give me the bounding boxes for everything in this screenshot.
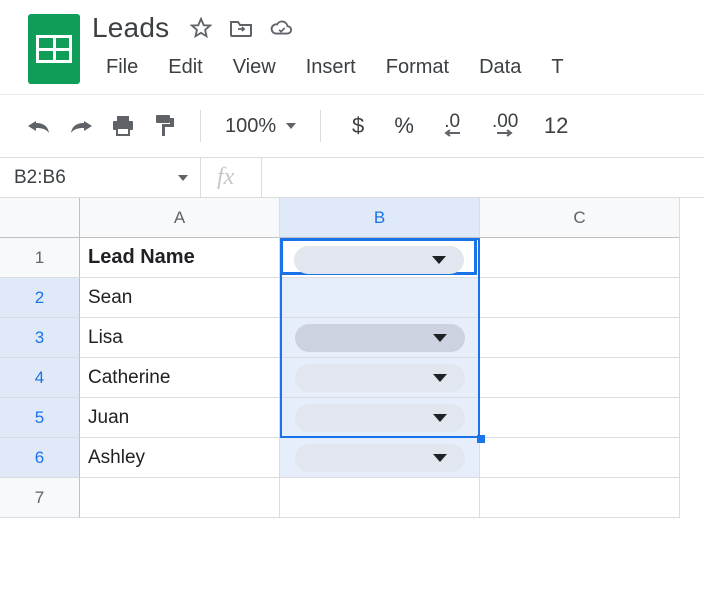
sheets-logo[interactable] xyxy=(28,14,80,84)
cell-A3[interactable]: Lisa xyxy=(80,318,280,358)
col-head-b[interactable]: B xyxy=(280,198,480,238)
menu-edit[interactable]: Edit xyxy=(154,52,216,83)
select-all-corner[interactable] xyxy=(0,198,80,238)
chevron-down-icon xyxy=(433,414,447,422)
increase-decimal-button[interactable]: .00 xyxy=(481,109,529,143)
percent-format-button[interactable]: % xyxy=(385,113,423,139)
decrease-decimal-button[interactable]: .0 xyxy=(431,109,473,143)
cell-B3[interactable] xyxy=(280,318,480,358)
spreadsheet-grid[interactable]: A B C 1 Lead Name Location 2 Sean 3 Lisa… xyxy=(0,198,704,518)
cell-A1[interactable]: Lead Name xyxy=(80,238,280,278)
chevron-down-icon xyxy=(433,454,447,462)
fill-handle[interactable] xyxy=(477,435,485,443)
chevron-down-icon xyxy=(433,334,447,342)
cell-A7[interactable] xyxy=(80,478,280,518)
app-header: Leads File Edit View Insert Format Data … xyxy=(0,0,704,84)
col-head-a[interactable]: A xyxy=(80,198,280,238)
undo-button[interactable] xyxy=(22,109,56,143)
menu-insert[interactable]: Insert xyxy=(292,52,370,83)
star-icon[interactable] xyxy=(189,16,213,40)
cell-B2[interactable] xyxy=(280,278,480,318)
toolbar-separator xyxy=(320,110,321,142)
dropdown-chip[interactable] xyxy=(295,364,465,392)
cell-C7[interactable] xyxy=(480,478,680,518)
fx-label: fx xyxy=(201,164,261,191)
menu-format[interactable]: Format xyxy=(372,52,463,83)
toolbar-separator xyxy=(200,110,201,142)
cell-A6[interactable]: Ashley xyxy=(80,438,280,478)
row-head-3[interactable]: 3 xyxy=(0,318,80,358)
cell-C1[interactable] xyxy=(480,238,680,278)
menu-more[interactable]: T xyxy=(537,52,577,83)
menu-data[interactable]: Data xyxy=(465,52,535,83)
row-head-7[interactable]: 7 xyxy=(0,478,80,518)
cell-C2[interactable] xyxy=(480,278,680,318)
row-head-1[interactable]: 1 xyxy=(0,238,80,278)
cell-B6[interactable] xyxy=(280,438,480,478)
col-head-c[interactable]: C xyxy=(480,198,680,238)
row-head-6[interactable]: 6 xyxy=(0,438,80,478)
move-icon[interactable] xyxy=(229,16,253,40)
dropdown-chip[interactable] xyxy=(295,444,465,472)
chevron-down-icon xyxy=(433,374,447,382)
font-size-value[interactable]: 12 xyxy=(537,113,575,139)
formula-input[interactable] xyxy=(261,158,704,197)
name-box-value: B2:B6 xyxy=(14,167,66,189)
paint-format-button[interactable] xyxy=(148,109,182,143)
cell-B7[interactable] xyxy=(280,478,480,518)
cell-A5[interactable]: Juan xyxy=(80,398,280,438)
dropdown-chip[interactable] xyxy=(295,324,465,352)
cell-B1[interactable]: Location xyxy=(280,238,480,278)
redo-button[interactable] xyxy=(64,109,98,143)
toolbar: 100% $ % .0 .00 12 xyxy=(0,95,704,157)
cell-C3[interactable] xyxy=(480,318,680,358)
name-box[interactable]: B2:B6 xyxy=(0,158,200,197)
cloud-icon[interactable] xyxy=(269,16,293,40)
print-button[interactable] xyxy=(106,109,140,143)
zoom-dropdown[interactable]: 100% xyxy=(219,115,302,138)
cell-C4[interactable] xyxy=(480,358,680,398)
row-head-2[interactable]: 2 xyxy=(0,278,80,318)
chevron-down-icon xyxy=(286,123,296,129)
menu-view[interactable]: View xyxy=(219,52,290,83)
document-title[interactable]: Leads xyxy=(92,12,169,44)
menu-bar: File Edit View Insert Format Data T xyxy=(92,52,578,83)
row-head-4[interactable]: 4 xyxy=(0,358,80,398)
cell-A2[interactable]: Sean xyxy=(80,278,280,318)
cell-B4[interactable] xyxy=(280,358,480,398)
zoom-value: 100% xyxy=(225,115,276,138)
cell-B5[interactable] xyxy=(280,398,480,438)
chevron-down-icon xyxy=(178,175,188,181)
dropdown-chip[interactable] xyxy=(295,404,465,432)
cell-C5[interactable] xyxy=(480,398,680,438)
row-head-5[interactable]: 5 xyxy=(0,398,80,438)
menu-file[interactable]: File xyxy=(92,52,152,83)
formula-bar-row: B2:B6 fx xyxy=(0,158,704,198)
cell-C6[interactable] xyxy=(480,438,680,478)
currency-format-button[interactable]: $ xyxy=(339,113,377,139)
cell-A4[interactable]: Catherine xyxy=(80,358,280,398)
sheets-logo-grid xyxy=(36,35,72,63)
